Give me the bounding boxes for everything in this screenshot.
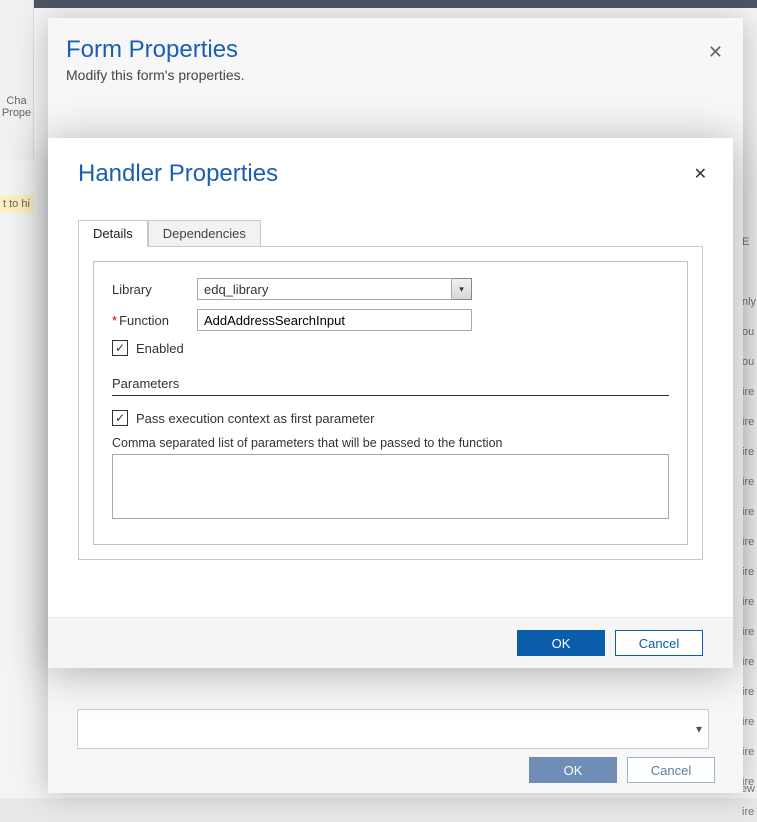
required-asterisk-icon: * [112,313,117,328]
library-select[interactable]: edq_library ▾ [197,278,472,300]
pass-context-checkbox[interactable]: ✓ [112,410,128,426]
handler-cancel-button[interactable]: Cancel [615,630,703,656]
enabled-label: Enabled [136,341,184,356]
enabled-check-row: ✓ Enabled [112,340,184,356]
tab-bar: Details Dependencies [78,220,702,247]
form-properties-close-button[interactable]: ✕ [708,42,723,63]
function-row: *Function [112,309,669,331]
library-label: Library [112,282,197,297]
form-properties-footer: OK Cancel [529,757,715,783]
library-row: Library edq_library ▾ [112,278,669,300]
form-properties-header: Form Properties Modify this form's prope… [48,18,743,93]
bg-topbar [0,0,757,8]
handler-properties-close-button[interactable]: ✕ [694,164,707,184]
chevron-down-icon: ▾ [459,284,464,295]
tab-dependencies[interactable]: Dependencies [148,220,261,247]
bg-sidebar-label: Cha Prope [2,95,31,119]
details-panel: Library edq_library ▾ *Function ✓ [93,261,688,545]
handler-properties-dialog: Handler Properties ✕ Details Dependencie… [48,138,733,668]
tab-container: Details Dependencies Library edq_library… [78,246,703,560]
function-label-text: Function [119,313,169,328]
parameters-textarea[interactable] [112,454,669,519]
form-properties-title: Form Properties [66,36,719,64]
pass-context-label: Pass execution context as first paramete… [136,411,374,426]
form-properties-cancel-button[interactable]: Cancel [627,757,715,783]
handler-ok-button[interactable]: OK [517,630,605,656]
handler-properties-header: Handler Properties ✕ [48,138,733,198]
param-help-text: Comma separated list of parameters that … [112,436,669,450]
chevron-down-icon[interactable]: ▾ [696,722,702,736]
form-properties-subtitle: Modify this form's properties. [66,67,719,83]
bg-sidebar-button: Cha Prope [0,0,34,160]
function-input[interactable] [197,309,472,331]
bg-right-fragments: Enlyououireireireireireireireireireireir… [742,236,757,822]
tab-details[interactable]: Details [78,220,148,247]
outer-list-box[interactable]: ▾ [77,709,709,749]
library-select-dropdown-button[interactable]: ▾ [452,278,472,300]
handler-properties-footer: OK Cancel [48,617,733,668]
parameters-section-title: Parameters [112,376,669,391]
enabled-checkbox[interactable]: ✓ [112,340,128,356]
pass-context-row: ✓ Pass execution context as first parame… [112,410,669,426]
bg-info-bar: t to hi [0,195,34,213]
function-label: *Function [112,313,197,328]
handler-properties-title: Handler Properties [78,160,703,188]
enabled-row: ✓ Enabled [112,340,669,356]
bg-info-text: t to hi [3,198,30,210]
library-select-value[interactable]: edq_library [197,278,452,300]
handler-properties-body: Details Dependencies Library edq_library… [48,198,733,617]
parameters-divider [112,395,669,396]
form-properties-ok-button[interactable]: OK [529,757,617,783]
